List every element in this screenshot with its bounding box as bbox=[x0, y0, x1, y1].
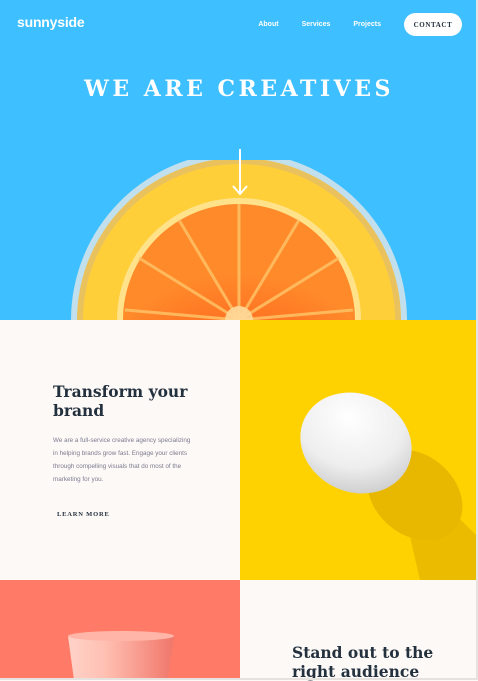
egg-image bbox=[240, 320, 478, 580]
learn-more-label: LEARN MORE bbox=[57, 511, 110, 518]
logo[interactable]: sunnyside bbox=[17, 14, 85, 30]
transform-description: We are a full-service creative agency sp… bbox=[53, 437, 191, 483]
nav-projects-link[interactable]: Projects bbox=[353, 21, 381, 28]
cup-image bbox=[0, 580, 240, 680]
main-nav: About Services Projects CONTACT bbox=[258, 13, 462, 36]
hero-headline: WE ARE CREATIVES bbox=[84, 76, 394, 102]
learn-more-link[interactable]: LEARN MORE bbox=[53, 511, 114, 518]
transform-section: Transform your brand We are a full-servi… bbox=[0, 320, 240, 580]
transform-title: Transform your brand bbox=[53, 382, 188, 420]
hero-section: sunnyside About Services Projects CONTAC… bbox=[0, 0, 478, 320]
arrow-down-icon[interactable] bbox=[232, 149, 248, 197]
standout-title: Stand out to the right audience bbox=[292, 643, 434, 681]
nav-services-link[interactable]: Services bbox=[302, 21, 331, 28]
nav-about-link[interactable]: About bbox=[258, 21, 278, 28]
contact-button[interactable]: CONTACT bbox=[404, 13, 462, 36]
standout-section: Stand out to the right audience bbox=[240, 580, 478, 681]
